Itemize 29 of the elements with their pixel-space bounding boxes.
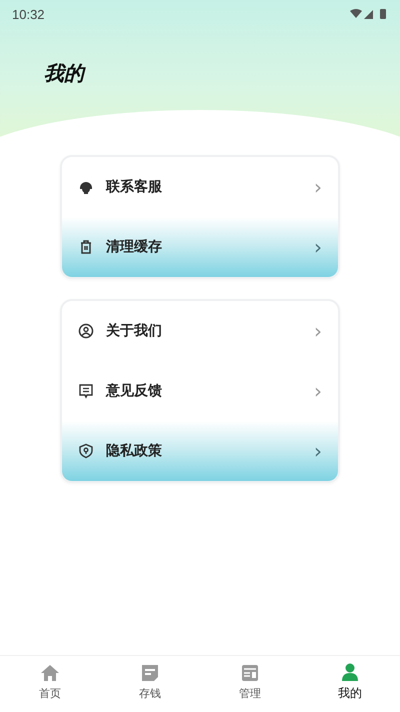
user-circle-icon: [78, 323, 94, 339]
person-icon: [340, 662, 360, 682]
trash-icon: [78, 239, 94, 255]
nav-tab[interactable]: 存钱: [120, 656, 180, 708]
menu-label: 关于我们: [106, 322, 163, 340]
menu-item[interactable]: 意见反馈 ›: [62, 361, 338, 421]
menu-label: 联系客服: [106, 178, 163, 196]
status-time: 10:32: [12, 6, 45, 22]
menu-label: 隐私政策: [106, 442, 163, 460]
nav-tab[interactable]: 管理: [220, 656, 280, 708]
chevron-icon: ›: [314, 319, 322, 343]
menu-label: 意见反馈: [106, 382, 163, 400]
chevron-icon: ›: [314, 439, 322, 463]
menu-item[interactable]: 隐私政策 ›: [62, 421, 338, 481]
menu-item[interactable]: 关于我们 ›: [62, 301, 338, 361]
menu-item[interactable]: 清理缓存 ›: [62, 217, 338, 277]
shield-icon: [78, 443, 94, 459]
nav-tab[interactable]: 首页: [20, 656, 80, 708]
chevron-icon: ›: [314, 379, 322, 403]
message-icon: [78, 383, 94, 399]
nav-tab[interactable]: 我的: [320, 656, 380, 708]
page-title: 我的: [44, 60, 87, 87]
home-icon: [40, 663, 60, 683]
chevron-icon: ›: [314, 235, 322, 259]
dashboard-icon: [240, 663, 260, 683]
menu-item[interactable]: 联系客服 ›: [62, 157, 338, 217]
chevron-icon: ›: [314, 175, 322, 199]
note-icon: [140, 663, 160, 683]
menu-label: 清理缓存: [106, 238, 163, 256]
